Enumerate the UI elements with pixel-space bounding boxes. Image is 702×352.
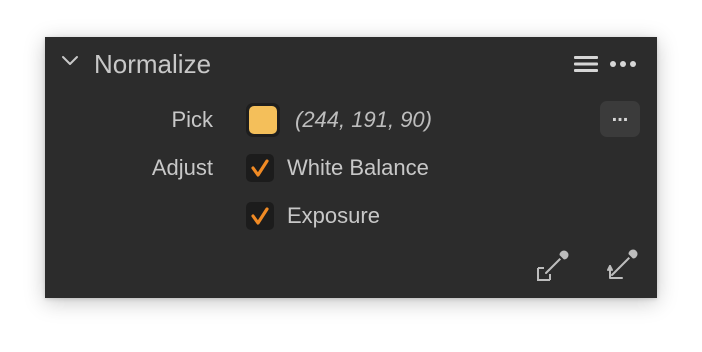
white-balance-checkbox[interactable]: [246, 154, 274, 182]
pick-value: (244, 191, 90): [295, 107, 432, 132]
swatch-fill: [249, 106, 277, 134]
chevron-down-icon[interactable]: [61, 54, 79, 68]
normalize-panel: Normalize Pick (244, 191, 90) ... Adjust…: [45, 37, 657, 298]
checkmark-icon: [251, 159, 269, 177]
exposure-label[interactable]: Exposure: [287, 202, 380, 230]
white-balance-label[interactable]: White Balance: [287, 154, 429, 182]
exposure-checkbox[interactable]: [246, 202, 274, 230]
pick-label: Pick: [171, 107, 213, 132]
hamburger-menu-icon[interactable]: [574, 56, 598, 72]
pick-options-button[interactable]: ...: [600, 101, 640, 137]
picker-target-icon[interactable]: [535, 248, 571, 284]
pick-color-swatch[interactable]: [246, 103, 280, 137]
picker-apply-icon[interactable]: [603, 248, 639, 284]
checkmark-icon: [251, 207, 269, 225]
adjust-label: Adjust: [151, 155, 213, 180]
more-horizontal-icon[interactable]: [609, 60, 637, 68]
panel-title: Normalize: [94, 49, 212, 79]
